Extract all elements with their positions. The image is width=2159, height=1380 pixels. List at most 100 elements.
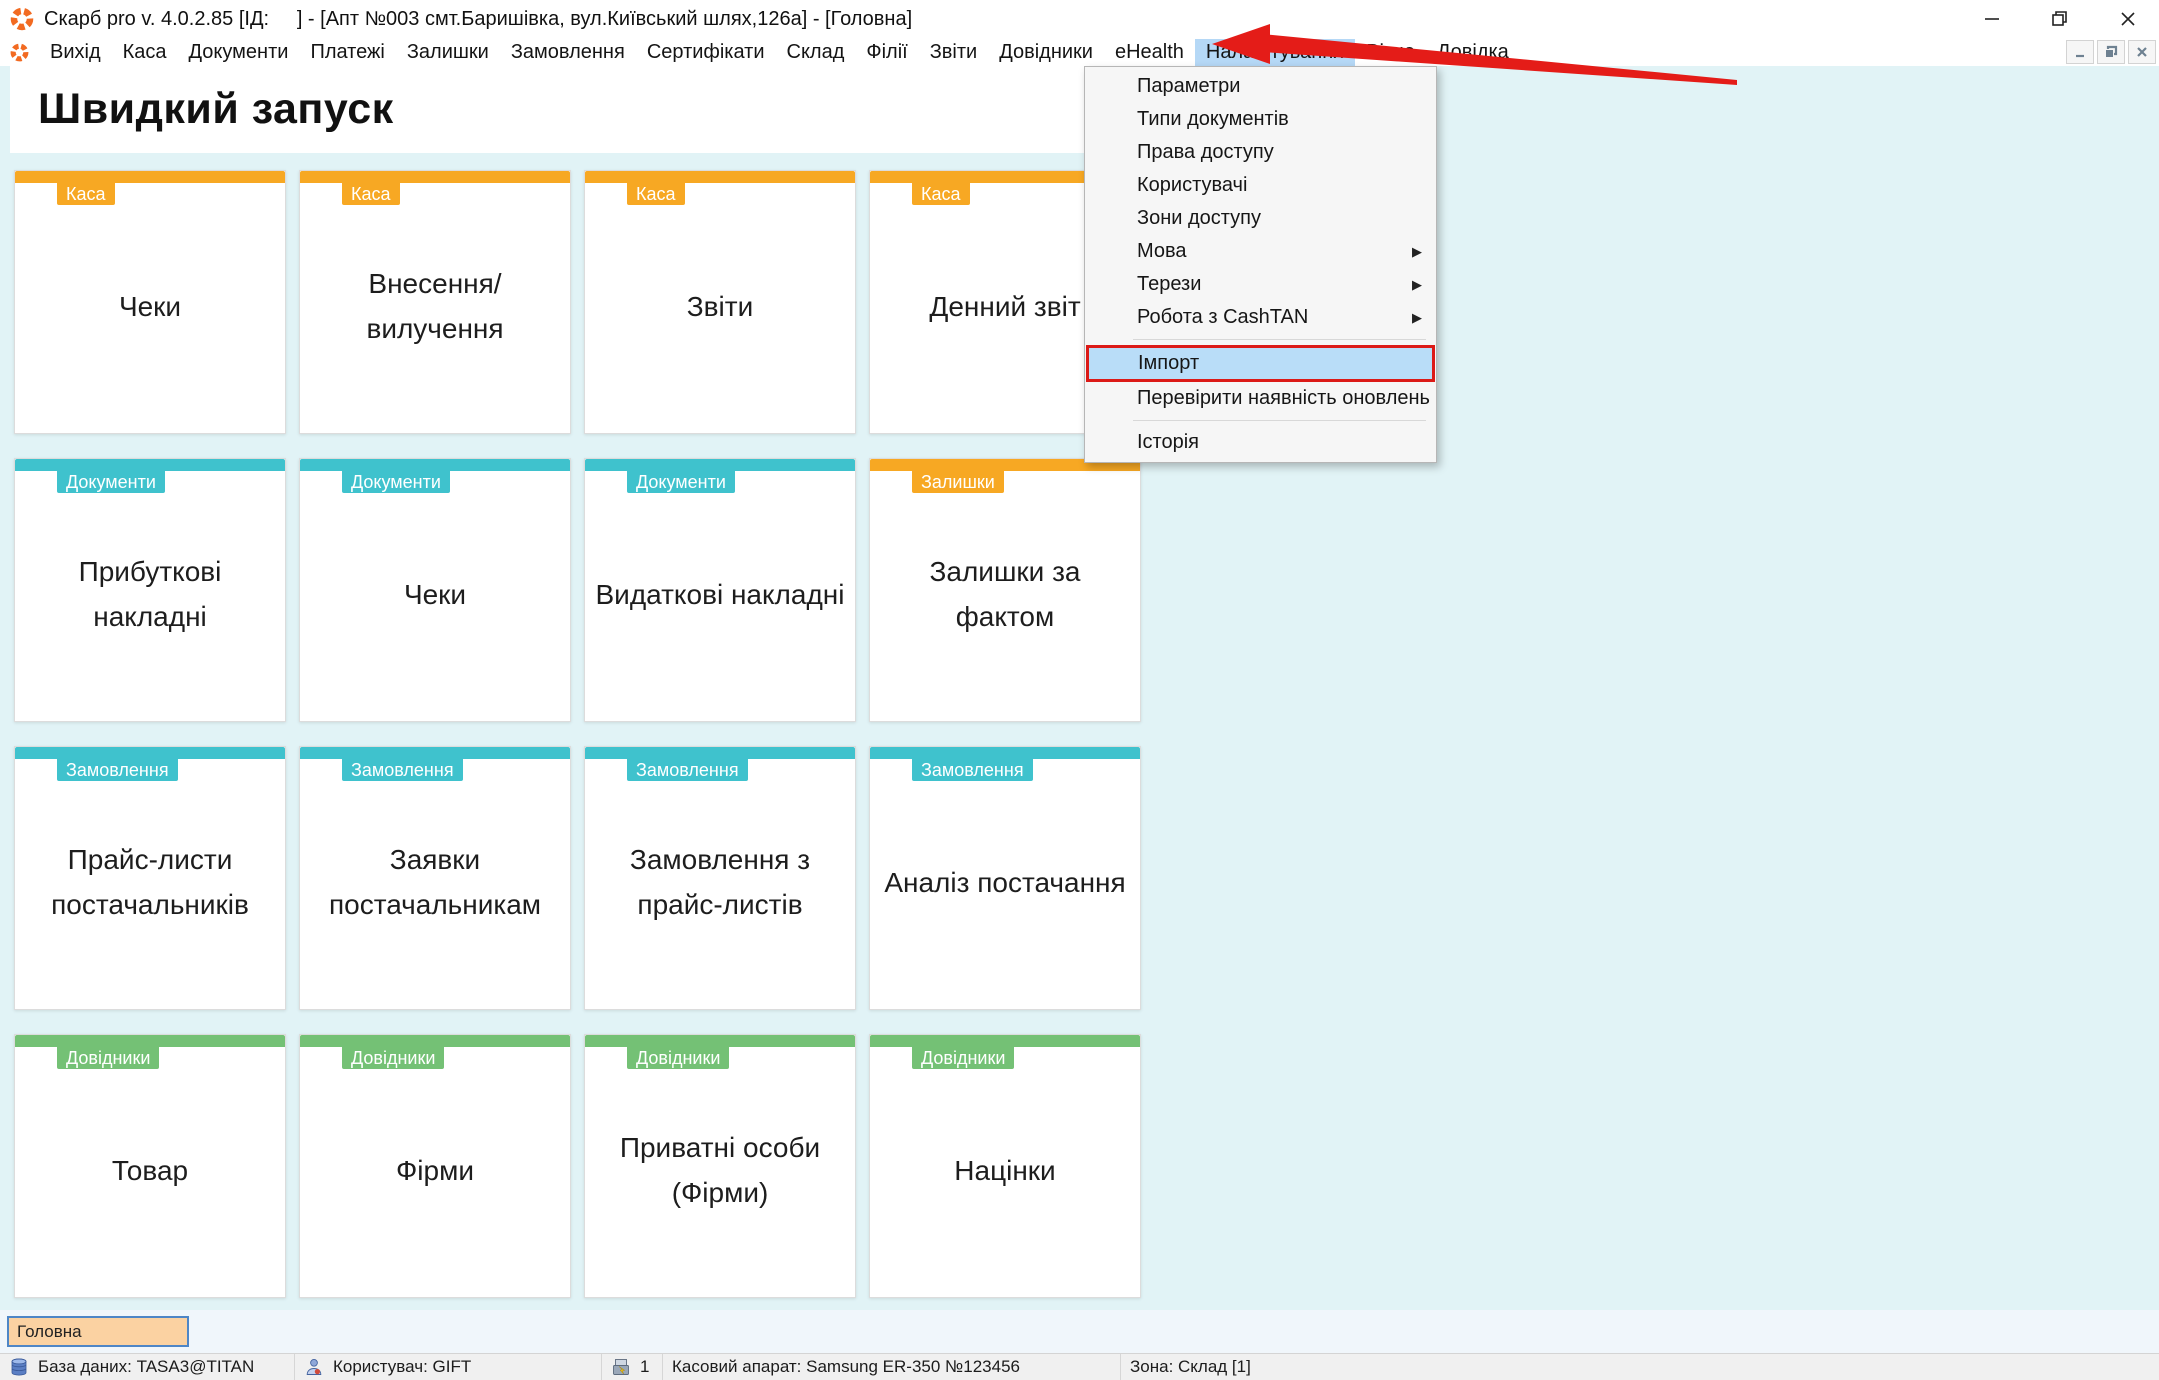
menu-item-склад[interactable]: Склад [776, 39, 856, 66]
menu-item-довідники[interactable]: Довідники [988, 39, 1104, 66]
restore-button[interactable] [2043, 4, 2077, 34]
dropdown-item-історія[interactable]: Історія [1085, 426, 1436, 459]
dropdown-item-label: Користувачі [1137, 174, 1247, 197]
minimize-icon [1983, 10, 2001, 28]
mdi-restore-button[interactable] [2097, 40, 2125, 64]
quick-launch-grid: КасаЧекиКасаВнесення/вилученняКасаЗвітиК… [14, 170, 1141, 1298]
menu-bar: ВихідКасаДокументиПлатежіЗалишкиЗамовлен… [0, 38, 2159, 66]
dropdown-item-терези[interactable]: Терези ▶ [1085, 268, 1436, 301]
tile-label: Аналіз постачання [880, 763, 1130, 1003]
dropdown-item-мова[interactable]: Мова ▶ [1085, 235, 1436, 268]
tile-товар[interactable]: ДовідникиТовар [14, 1034, 286, 1298]
tile-звіти[interactable]: КасаЗвіти [584, 170, 856, 434]
dropdown-item-параметри[interactable]: Параметри [1085, 70, 1436, 103]
submenu-arrow-icon: ▶ [1412, 277, 1422, 293]
minimize-button[interactable] [1975, 4, 2009, 34]
status-section-0: База даних: TASA3@TITAN [0, 1354, 294, 1380]
dropdown-item-імпорт[interactable]: Імпорт [1086, 345, 1435, 382]
submenu-arrow-icon: ▶ [1412, 310, 1422, 326]
dropdown-item-label: Імпорт [1138, 352, 1199, 375]
close-icon [2119, 10, 2137, 28]
page-title: Швидкий запуск [38, 85, 394, 134]
tile-label: Прайс-листи постачальників [25, 763, 275, 1003]
dropdown-item-label: Зони доступу [1137, 207, 1261, 230]
status-section-4: Зона: Склад [1] [1121, 1354, 1541, 1380]
mdi-minimize-button[interactable] [2066, 40, 2094, 64]
tile-приватні-особи-фірми[interactable]: ДовідникиПриватні особи (Фірми) [584, 1034, 856, 1298]
dropdown-separator [1133, 420, 1426, 421]
tile-прайс-листи-постачальників[interactable]: ЗамовленняПрайс-листи постачальників [14, 746, 286, 1010]
dropdown-item-робота-з-cashtan[interactable]: Робота з CashTAN ▶ [1085, 301, 1436, 334]
tile-аналіз-постачання[interactable]: ЗамовленняАналіз постачання [869, 746, 1141, 1010]
menu-item-вікно[interactable]: Вікно [1355, 39, 1426, 66]
tile-прибуткові-накладні[interactable]: ДокументиПрибуткові накладні [14, 458, 286, 722]
restore-icon [2051, 10, 2069, 28]
tile-label: Внесення/вилучення [310, 187, 560, 427]
dropdown-item-label: Права доступу [1137, 141, 1274, 164]
tile-category-strip [870, 747, 1140, 759]
tile-чеки[interactable]: ДокументиЧеки [299, 458, 571, 722]
menu-item-філії[interactable]: Філії [855, 39, 918, 66]
menu-item-налаштування[interactable]: Налаштування [1195, 39, 1355, 66]
database-icon [9, 1357, 29, 1377]
dropdown-item-перевірити-наявність-оновлень[interactable]: Перевірити наявність оновлень [1085, 382, 1436, 415]
tab-strip: Головна [0, 1310, 2159, 1353]
tile-внесення-вилучення[interactable]: КасаВнесення/вилучення [299, 170, 571, 434]
tile-заявки-постачальникам[interactable]: ЗамовленняЗаявки постачальникам [299, 746, 571, 1010]
tile-category-strip [300, 171, 570, 183]
dropdown-item-зони-доступу[interactable]: Зони доступу [1085, 202, 1436, 235]
dropdown-item-label: Параметри [1137, 75, 1240, 98]
tile-category-strip [870, 1035, 1140, 1047]
dropdown-item-label: Мова [1137, 240, 1187, 263]
menu-item-сертифікати[interactable]: Сертифікати [636, 39, 776, 66]
tile-label: Чеки [310, 475, 560, 715]
tile-label: Товар [25, 1051, 275, 1291]
status-section-1: Користувач: GIFT [295, 1354, 601, 1380]
mdi-child-icon [10, 43, 29, 62]
tile-category-strip [15, 459, 285, 471]
tile-замовлення-з-прайс-листів[interactable]: ЗамовленняЗамовлення з прайс-листів [584, 746, 856, 1010]
status-text: Користувач: GIFT [333, 1357, 471, 1377]
app-logo-icon [10, 7, 34, 31]
dropdown-item-права-доступу[interactable]: Права доступу [1085, 136, 1436, 169]
mdi-close-icon [2135, 45, 2149, 59]
mdi-close-button[interactable] [2128, 40, 2156, 64]
dropdown-item-label: Терези [1137, 273, 1201, 296]
settings-dropdown-menu: Параметри Типи документів Права доступу Кор… [1084, 66, 1437, 463]
mdi-minimize-icon [2073, 45, 2087, 59]
status-text: База даних: TASA3@TITAN [38, 1357, 254, 1377]
tile-category-strip [585, 1035, 855, 1047]
tile-націнки[interactable]: ДовідникиНацінки [869, 1034, 1141, 1298]
menu-item-вихід[interactable]: Вихід [39, 39, 112, 66]
tile-фірми[interactable]: ДовідникиФірми [299, 1034, 571, 1298]
dropdown-separator [1133, 339, 1426, 340]
tile-category-strip [300, 1035, 570, 1047]
menu-item-ehealth[interactable]: eHealth [1104, 39, 1195, 66]
tile-видаткові-накладні[interactable]: ДокументиВидаткові накладні [584, 458, 856, 722]
menu-item-платежі[interactable]: Платежі [299, 39, 395, 66]
menu-item-документи[interactable]: Документи [178, 39, 300, 66]
tile-чеки[interactable]: КасаЧеки [14, 170, 286, 434]
tile-label: Націнки [880, 1051, 1130, 1291]
status-section-3: Касовий апарат: Samsung ER-350 №123456 [663, 1354, 1120, 1380]
dropdown-item-label: Історія [1137, 431, 1199, 454]
tile-category-strip [300, 459, 570, 471]
tile-label: Заявки постачальникам [310, 763, 560, 1003]
menu-item-звіти[interactable]: Звіти [919, 39, 988, 66]
menu-item-замовлення[interactable]: Замовлення [500, 39, 636, 66]
tile-category-strip [15, 1035, 285, 1047]
dropdown-item-label: Робота з CashTAN [1137, 306, 1308, 329]
menu-item-каса[interactable]: Каса [112, 39, 178, 66]
mdi-window-controls [2066, 40, 2156, 64]
close-button[interactable] [2111, 4, 2145, 34]
dropdown-item-користувачі[interactable]: Користувачі [1085, 169, 1436, 202]
tile-залишки-за-фактом[interactable]: ЗалишкиЗалишки за фактом [869, 458, 1141, 722]
submenu-arrow-icon: ▶ [1412, 244, 1422, 260]
menu-item-залишки[interactable]: Залишки [396, 39, 500, 66]
menu-item-довідка[interactable]: Довідка [1426, 39, 1520, 66]
user-icon [304, 1357, 324, 1377]
tab-home[interactable]: Головна [7, 1316, 189, 1347]
dropdown-item-label: Типи документів [1137, 108, 1289, 131]
dropdown-item-типи-документів[interactable]: Типи документів [1085, 103, 1436, 136]
tile-category-strip [15, 171, 285, 183]
